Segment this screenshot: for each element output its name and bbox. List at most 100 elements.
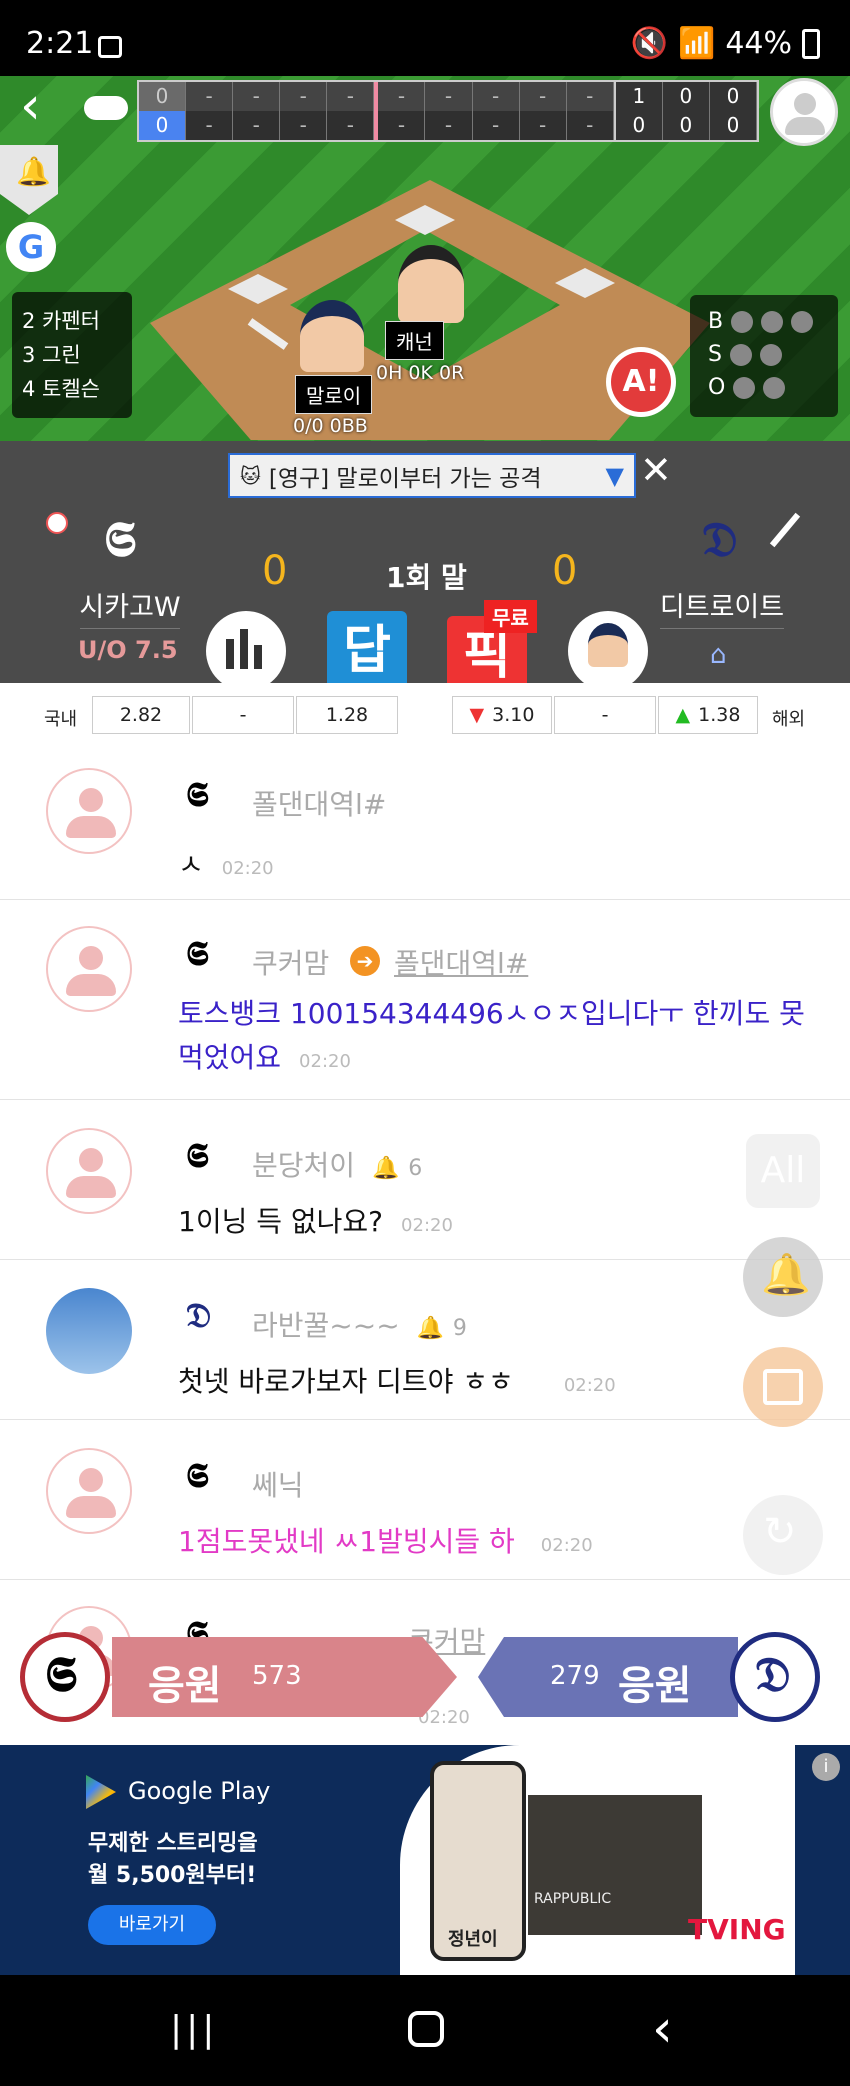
tving-logo: TVING	[688, 1913, 786, 1946]
errors-cell: 0	[709, 82, 758, 111]
ball-dot	[761, 310, 784, 333]
avatar[interactable]	[46, 926, 132, 1012]
chat-message[interactable]: 𝕾 폴댄대역l# ㅅ 02:20	[0, 747, 850, 900]
message-body: ㅅ	[178, 848, 204, 881]
count-label: O	[708, 375, 726, 400]
home-cheer-button[interactable]: 279 응원	[478, 1637, 738, 1717]
menu-button[interactable]	[743, 1347, 823, 1427]
inning-cell: -	[566, 82, 614, 111]
down-arrow-icon: ▼	[469, 704, 485, 726]
inning-cell: -	[327, 82, 375, 111]
white-sox-icon: 𝕾	[186, 934, 209, 974]
avatar[interactable]	[46, 1448, 132, 1534]
avatar[interactable]	[46, 1288, 132, 1374]
info-icon[interactable]: i	[812, 1753, 840, 1781]
inning-cell: -	[472, 111, 520, 140]
chat-message[interactable]: 𝕾 쎄닉 1점도못냈네 ㅆ1발빙시들 하 02:20	[0, 1420, 850, 1580]
ball-dot	[731, 310, 754, 333]
profile-button[interactable]	[770, 78, 838, 146]
message-time: 02:20	[299, 1051, 351, 1072]
message-body: 토스뱅크 100154344496ㅅㅇㅈ입니다ㅜ 한끼도 못먹었어요	[178, 997, 805, 1074]
back-arrow-icon[interactable]: ‹	[20, 80, 70, 140]
home-icon[interactable]	[408, 2011, 444, 2047]
avatar[interactable]	[46, 1128, 132, 1214]
notice-banner[interactable]: 🐱 [영구] 말로이부터 가는 공격 ▼	[228, 453, 636, 498]
lineup-box: 2 카펜터 3 그린 4 토켈슨	[12, 292, 132, 418]
message-text: 토스뱅크 100154344496ㅅㅇㅈ입니다ㅜ 한끼도 못먹었어요 02:20	[178, 992, 828, 1084]
overseas-odds-draw[interactable]: -	[554, 696, 656, 734]
domestic-odds-home[interactable]: 1.28	[296, 696, 398, 734]
chevron-down-icon: ▼	[605, 461, 624, 490]
player-avatar	[588, 623, 628, 667]
home-first-cell: 0	[139, 111, 187, 140]
inning-cell: -	[327, 111, 375, 140]
ad-cta-button[interactable]: 바로가기	[88, 1905, 216, 1945]
overseas-odds-away[interactable]: ▼ 3.10	[452, 696, 552, 734]
white-sox-logo: 𝕾	[45, 1647, 77, 1703]
tigers-icon: 𝔇	[186, 1296, 212, 1336]
player-button[interactable]	[568, 611, 648, 691]
clock: 2:21	[26, 26, 94, 61]
inning-cell: -	[374, 111, 426, 140]
inning-cell: -	[280, 82, 328, 111]
close-icon[interactable]: ✕	[640, 448, 672, 492]
recent-apps-icon[interactable]: |||	[170, 2009, 218, 2050]
nickname[interactable]: 쎄닉	[252, 1464, 304, 1504]
refresh-button[interactable]: ↻	[743, 1495, 823, 1575]
chat-message[interactable]: 𝕾 쿠커맘 ➔ 폴댄대역l# 토스뱅크 100154344496ㅅㅇㅈ입니다ㅜ …	[0, 900, 850, 1100]
message-time: 02:20	[563, 1375, 616, 1396]
away-score: 0	[262, 548, 288, 594]
nickname[interactable]: 분당처이 🔔 6	[252, 1144, 422, 1184]
battery-level: 44%	[725, 26, 792, 61]
google-icon[interactable]: G	[6, 222, 56, 272]
nickname[interactable]: 폴댄대역l#	[252, 783, 386, 823]
message-time: 02:20	[221, 858, 274, 879]
bso-count: B S O	[690, 295, 838, 417]
bar-chart-icon-bar	[240, 629, 248, 669]
bell-icon: 🔔	[371, 1156, 400, 1181]
alert-button[interactable]: A!	[606, 347, 676, 417]
like-count: 6	[408, 1156, 423, 1181]
nickname[interactable]: 쿠커맘	[252, 942, 329, 982]
reply-target[interactable]: 폴댄대역l#	[394, 942, 528, 982]
domestic-odds-away[interactable]: 2.82	[92, 696, 190, 734]
ad-banner[interactable]: Google Play 무제한 스트리밍을 월 5,500원부터! 바로가기 정…	[0, 1745, 850, 1975]
batter-name: 말로이	[295, 375, 373, 414]
chat-message[interactable]: 𝕾 분당처이 🔔 6 1이닝 득 없나요? 02:20	[0, 1100, 850, 1260]
away-team-name: 시카고W	[79, 592, 181, 623]
domestic-odds-draw[interactable]: -	[192, 696, 294, 734]
inning-cell: -	[566, 111, 614, 140]
away-team-badge[interactable]: 𝕾	[20, 1632, 110, 1722]
stats-button[interactable]	[206, 611, 286, 691]
avatar[interactable]	[46, 768, 132, 854]
hits-cell: 0	[662, 82, 710, 111]
like-count: 9	[452, 1316, 467, 1341]
refresh-icon: ↻	[763, 1509, 797, 1555]
filter-all-button[interactable]: All	[746, 1134, 820, 1208]
chat-message[interactable]: 𝔇 라반꿀~~~ 🔔 9 첫넷 바로가보자 디트야 ㅎㅎ 02:20	[0, 1260, 850, 1420]
message-text: ㅅ 02:20	[178, 843, 274, 891]
tigers-logo: 𝔇	[702, 512, 738, 568]
chat-list: 𝕾 폴댄대역l# ㅅ 02:20 𝕾 쿠커맘 ➔ 폴댄대역l# 토스뱅크 1001…	[0, 747, 850, 1747]
bell-icon: 🔔	[16, 155, 51, 188]
home-team-badge[interactable]: 𝔇	[730, 1632, 820, 1722]
cloud-icon[interactable]	[84, 96, 128, 120]
ad-line1: 무제한 스트리밍을	[88, 1831, 258, 1856]
away-cheer-button[interactable]: 응원 573	[112, 1637, 457, 1717]
answer-button[interactable]: 답	[327, 611, 407, 691]
inning-cell: -	[233, 111, 281, 140]
lineup-item: 4 토켈슨	[22, 377, 100, 401]
message-text: 첫넷 바로가보자 디트야 ㅎㅎ 02:20	[178, 1360, 616, 1408]
strike-dot	[759, 343, 782, 366]
away-cheer-count: 573	[252, 1661, 302, 1691]
free-badge: 무료	[484, 600, 537, 633]
overseas-odds-home[interactable]: ▲ 1.38	[658, 696, 758, 734]
back-icon[interactable]: ‹	[652, 1999, 673, 2059]
inning-cell: -	[186, 82, 234, 111]
odds-value: 1.38	[698, 704, 741, 726]
inning-cell: -	[519, 111, 567, 140]
lineup-item: 2 카펜터	[22, 309, 100, 333]
nickname[interactable]: 라반꿀~~~ 🔔 9	[252, 1304, 467, 1344]
ball-dot	[791, 310, 814, 333]
bell-button[interactable]: 🔔	[743, 1237, 823, 1317]
